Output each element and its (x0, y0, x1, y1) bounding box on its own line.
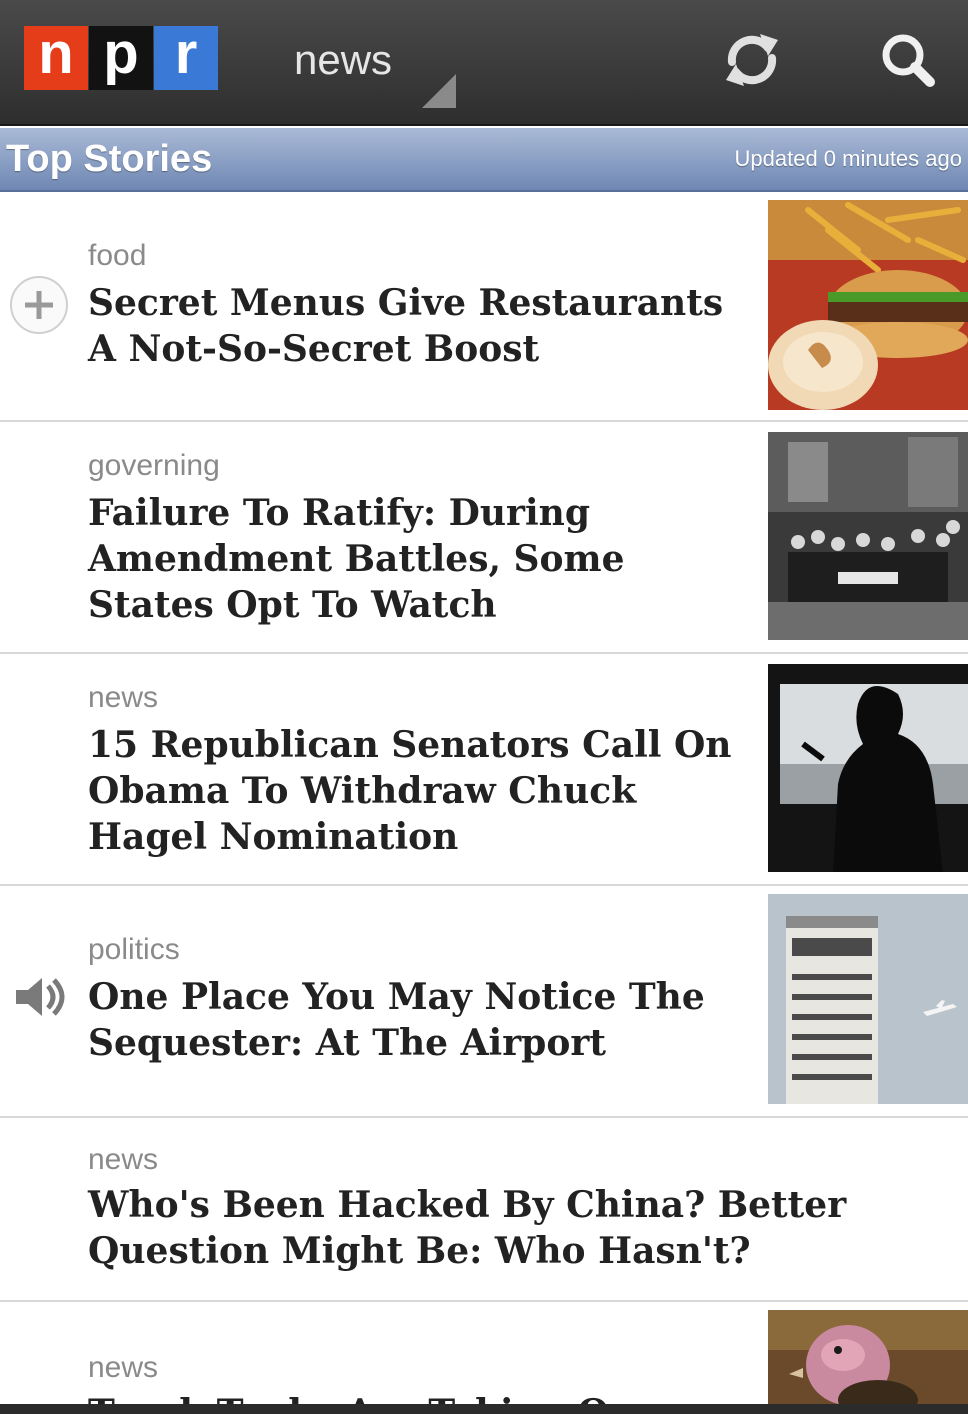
story-category: news (88, 681, 159, 714)
app-bar: n p r news (0, 0, 968, 126)
story-item[interactable]: news Who's Been Hacked By China? Better … (0, 1118, 968, 1302)
story-headline[interactable]: Failure To Ratify: During Amendment Batt… (88, 490, 748, 628)
historical-painting-thumbnail[interactable] (768, 432, 968, 640)
story-category: politics (88, 933, 180, 966)
logo-letter-r: r (154, 25, 218, 90)
bottom-edge (0, 1404, 968, 1414)
section-spinner[interactable]: news (294, 34, 464, 110)
refresh-icon (726, 34, 778, 86)
story-headline[interactable]: Secret Menus Give Restaurants A Not-So-S… (88, 280, 748, 372)
story-item[interactable]: news Truck Tucks Are Taking On... (0, 1302, 968, 1414)
story-headline[interactable]: One Place You May Notice The Sequester: … (88, 974, 748, 1066)
silhouette-thumbnail[interactable] (768, 664, 968, 872)
story-item[interactable]: news 15 Republican Senators Call On Obam… (0, 654, 968, 886)
story-category: news (88, 1351, 159, 1384)
logo-letter-p: p (89, 25, 153, 90)
turkey-thumbnail[interactable] (768, 1310, 968, 1414)
top-stories-bar: Top Stories Updated 0 minutes ago (0, 128, 968, 192)
refresh-button[interactable] (716, 24, 788, 96)
story-item[interactable]: politics One Place You May Notice The Se… (0, 886, 968, 1118)
story-headline[interactable]: 15 Republican Senators Call On Obama To … (88, 722, 748, 860)
burger-fries-thumbnail[interactable] (768, 200, 968, 410)
search-button[interactable] (872, 24, 944, 96)
add-icon[interactable] (8, 274, 70, 336)
control-tower-thumbnail[interactable] (768, 894, 968, 1104)
speaker-icon[interactable] (8, 966, 70, 1028)
logo-letter-n: n (24, 25, 88, 90)
top-stories-title: Top Stories (6, 138, 213, 180)
npr-logo[interactable]: n p r (24, 25, 218, 90)
story-category: food (88, 239, 147, 272)
story-category: governing (88, 449, 220, 482)
story-category: news (88, 1143, 159, 1176)
story-headline[interactable]: Who's Been Hacked By China? Better Quest… (88, 1182, 948, 1274)
spinner-arrow-icon (422, 74, 456, 108)
search-icon (882, 34, 935, 87)
updated-timestamp: Updated 0 minutes ago (734, 146, 963, 171)
story-item[interactable]: food Secret Menus Give Restaurants A Not… (0, 192, 968, 422)
story-item[interactable]: governing Failure To Ratify: During Amen… (0, 422, 968, 654)
